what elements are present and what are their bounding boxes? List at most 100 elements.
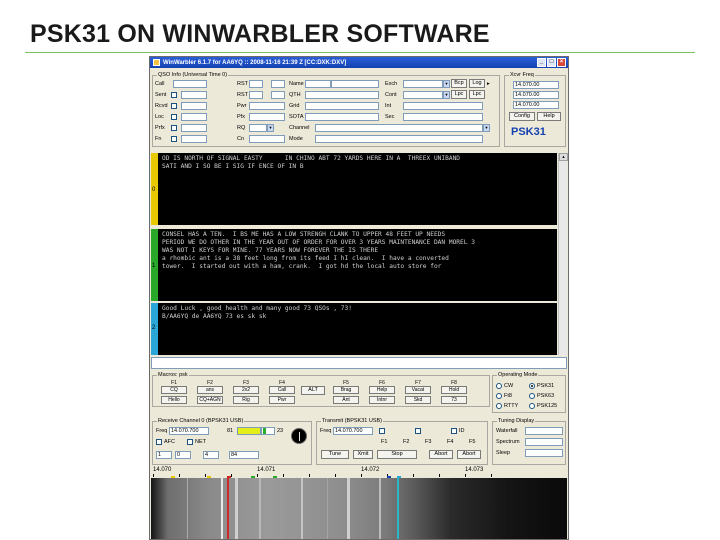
afc-checkbox[interactable]: [156, 439, 162, 445]
macro-f4-button[interactable]: Call: [269, 386, 295, 394]
pfx-field[interactable]: [249, 113, 285, 121]
rst-rcvd-field-2[interactable]: [271, 91, 285, 99]
macro-sf8-button[interactable]: 73: [441, 396, 467, 404]
macro-sf3-button[interactable]: Rig: [233, 396, 259, 404]
alt-button[interactable]: ALT: [301, 386, 325, 395]
qth-field[interactable]: [305, 91, 379, 99]
loc-checkbox[interactable]: [171, 114, 177, 120]
macro-sf6-button[interactable]: Intnr: [369, 396, 395, 404]
mode-psk63-radio[interactable]: [529, 393, 535, 399]
prfx-checkbox[interactable]: [171, 125, 177, 131]
rx-freq-field[interactable]: 14.070.700: [169, 427, 209, 435]
fn-field[interactable]: [181, 135, 207, 143]
receive-pane-2[interactable]: Good Luck , good health and many good 73…: [151, 303, 557, 355]
macro-sf7-button[interactable]: Skd: [405, 396, 431, 404]
mode-psk31-radio[interactable]: [529, 383, 535, 389]
mode-psk125-label: PSK125: [537, 403, 558, 409]
receive-pane-0[interactable]: OD IS NORTH OF SIGNAL EASTY IN CHINO ABT…: [151, 153, 557, 225]
rx-value-3[interactable]: 4: [203, 451, 219, 459]
fn-checkbox[interactable]: [171, 136, 177, 142]
xmit-button[interactable]: Xmit: [353, 450, 373, 459]
sec-field[interactable]: [403, 113, 483, 121]
mode-cw-radio[interactable]: [496, 383, 502, 389]
rcvd-field[interactable]: [181, 102, 207, 110]
tuning-row-1-field[interactable]: [525, 427, 563, 435]
exch-dropdown[interactable]: ▼: [443, 80, 450, 88]
scroll-up-icon[interactable]: ▲: [559, 153, 568, 161]
log-button[interactable]: Log: [469, 79, 485, 88]
tx-net-checkbox[interactable]: [415, 428, 421, 434]
macro-sf2-button[interactable]: CQ+AGN: [197, 396, 223, 404]
abort-button[interactable]: Abort: [429, 450, 453, 459]
call-field[interactable]: [173, 80, 207, 88]
close-button[interactable]: ×: [557, 58, 566, 67]
config-button[interactable]: Config: [509, 112, 535, 121]
macro-f3-button[interactable]: 2x2: [233, 386, 259, 394]
rst-sent-field[interactable]: [249, 80, 263, 88]
help-button[interactable]: Help: [537, 112, 561, 121]
name-field[interactable]: [305, 80, 331, 88]
rst-sent-field-2[interactable]: [271, 80, 285, 88]
prfx-field[interactable]: [181, 124, 207, 132]
channel-dropdown[interactable]: ▼: [483, 124, 490, 132]
loc-field[interactable]: [181, 113, 207, 121]
xcvr-freq-c[interactable]: 14.070.00: [513, 101, 559, 109]
transmit-pane[interactable]: [151, 357, 567, 369]
rst-rcvd-field[interactable]: [249, 91, 263, 99]
name-field-2[interactable]: [331, 80, 379, 88]
bcp-button[interactable]: Bcp: [451, 79, 467, 88]
net-checkbox[interactable]: [187, 439, 193, 445]
cont-dropdown[interactable]: ▼: [443, 91, 450, 99]
receive-pane-1[interactable]: CONSEL HAS A TEN. I BS ME HAS A LOW STRE…: [151, 229, 557, 301]
grid-field[interactable]: [305, 102, 379, 110]
macro-f5-button[interactable]: Brag: [333, 386, 359, 394]
tuning-row-2-field[interactable]: [525, 438, 563, 446]
macro-f8-button[interactable]: Hold: [441, 386, 467, 394]
exch-field[interactable]: [403, 80, 443, 88]
sent-checkbox[interactable]: [171, 92, 177, 98]
lpc-button-2[interactable]: Lpc: [469, 90, 485, 99]
cont-field[interactable]: [403, 91, 443, 99]
rcvd-checkbox[interactable]: [171, 103, 177, 109]
lpc-button[interactable]: Lpc: [451, 90, 467, 99]
abort-button-2[interactable]: Abort: [457, 450, 481, 459]
int-field[interactable]: [403, 102, 483, 110]
maximize-button[interactable]: □: [547, 58, 556, 67]
pwr-field[interactable]: [249, 102, 285, 110]
rq-dropdown[interactable]: ▼: [267, 124, 274, 132]
cn-field[interactable]: [249, 135, 285, 143]
receive-scrollbar[interactable]: ▲: [558, 153, 568, 355]
stop-button[interactable]: Stop: [377, 450, 417, 459]
tune-button[interactable]: Tune: [321, 450, 349, 459]
window-titlebar[interactable]: WinWarbler 6.1.7 for AA6YQ :: 2008-11-16…: [150, 57, 568, 68]
rx-value-2[interactable]: 0: [175, 451, 191, 459]
xcvr-freq-a[interactable]: 14.070.00: [513, 81, 559, 89]
macro-sf4-button[interactable]: Pwr: [269, 396, 295, 404]
macro-f7-button[interactable]: Vacat: [405, 386, 431, 394]
macro-sf5-button[interactable]: Ant: [333, 396, 359, 404]
macro-sf1-button[interactable]: Hello: [161, 396, 187, 404]
macro-f1-button[interactable]: CQ: [161, 386, 187, 394]
tuning-row-3-field[interactable]: [525, 449, 563, 457]
mode-field[interactable]: [315, 135, 483, 143]
sota-field[interactable]: [305, 113, 379, 121]
sent-field[interactable]: [181, 91, 207, 99]
tx-f2-label: F2: [403, 439, 410, 445]
macro-f2-button[interactable]: ans: [197, 386, 223, 394]
rq-field[interactable]: [249, 124, 267, 132]
tx-lock-checkbox[interactable]: [379, 428, 385, 434]
macro-f6-button[interactable]: Help: [369, 386, 395, 394]
rx-value-4[interactable]: 84: [229, 451, 259, 459]
channel-field[interactable]: [315, 124, 483, 132]
tx-freq-label: Freq: [320, 428, 332, 434]
waterfall-display[interactable]: [151, 478, 567, 539]
mode-ft8-radio[interactable]: [496, 393, 502, 399]
pane2-number: 2: [152, 325, 156, 331]
rx-value-1[interactable]: 1: [156, 451, 172, 459]
minimize-button[interactable]: _: [537, 58, 546, 67]
tx-freq-field[interactable]: 14.070.700: [333, 427, 373, 435]
tx-id-checkbox[interactable]: [451, 428, 457, 434]
mode-rtty-radio[interactable]: [496, 403, 502, 409]
xcvr-freq-b[interactable]: 14.070.00: [513, 91, 559, 99]
mode-psk125-radio[interactable]: [529, 403, 535, 409]
